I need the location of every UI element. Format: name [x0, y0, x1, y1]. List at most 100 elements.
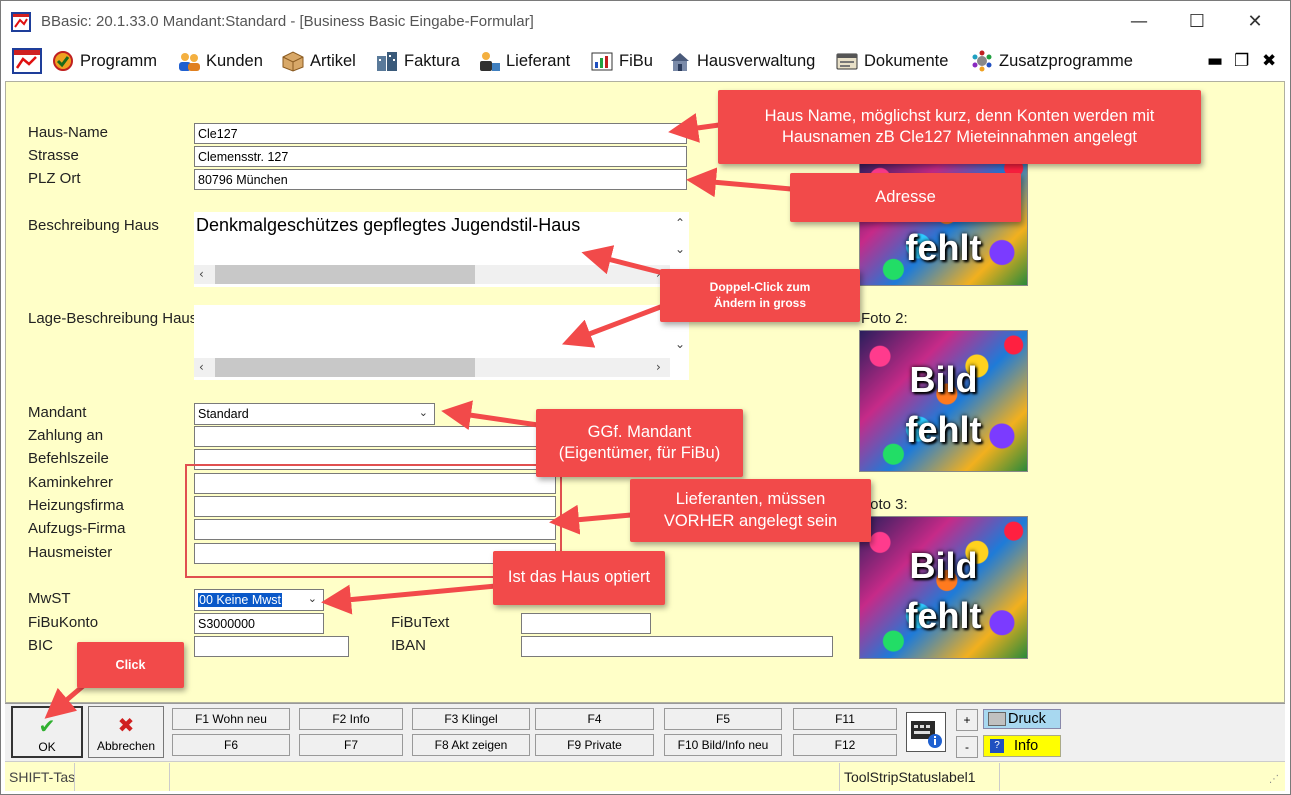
label-haus-name: Haus-Name — [28, 124, 109, 141]
f2-button[interactable]: F2 Info — [299, 708, 403, 730]
f5-button[interactable]: F5 — [664, 708, 782, 730]
mdi-minimize-button[interactable]: ▬ — [1207, 51, 1223, 71]
callout-mandant: GGf. Mandant (Eigentümer, für FiBu) — [536, 409, 743, 477]
scroll-left-arrow[interactable]: ‹ — [199, 360, 204, 374]
status-cell-2 — [75, 763, 170, 791]
plus-button[interactable]: + — [956, 709, 978, 731]
mwst-dropdown[interactable]: 00 Keine Mwst ⌄ — [194, 589, 324, 611]
haus-name-field[interactable]: Cle127 — [194, 123, 687, 144]
label-mandant: Mandant — [28, 404, 87, 421]
f9-button[interactable]: F9 Private — [535, 734, 654, 756]
label-kaminkehrer: Kaminkehrer — [28, 474, 114, 491]
callout-click: Click — [77, 642, 184, 688]
app-window: BBasic: 20.1.33.0 Mandant:Standard - [Bu… — [0, 0, 1291, 795]
f4-button[interactable]: F4 — [535, 708, 654, 730]
maximize-button[interactable]: ☐ — [1177, 7, 1217, 37]
strasse-field[interactable]: Clemensstr. 127 — [194, 146, 687, 167]
f7-button[interactable]: F7 — [299, 734, 403, 756]
f12-button[interactable]: F12 — [793, 734, 897, 756]
menu-dokumente[interactable]: Dokumente — [835, 49, 948, 73]
addon-programs-icon — [970, 50, 994, 72]
menu-faktura[interactable]: Faktura — [375, 49, 460, 73]
mdi-app-icon[interactable] — [11, 47, 43, 75]
label-fibukonto: FiBuKonto — [28, 614, 99, 631]
app-icon — [10, 11, 32, 33]
status-cell-label: ToolStripStatuslabel1 — [840, 763, 1000, 791]
ok-button[interactable]: ✔ OK — [11, 706, 83, 758]
label-plz-ort: PLZ Ort — [28, 170, 81, 187]
scroll-down-arrow[interactable]: ⌄ — [675, 242, 685, 256]
status-bar: SHIFT-Tas ToolStripStatuslabel1 ⋰ — [5, 761, 1285, 791]
chevron-down-icon: ⌄ — [307, 592, 317, 605]
scroll-thumb[interactable] — [215, 265, 475, 284]
keyboard-info-button[interactable] — [906, 712, 946, 752]
printer-icon — [988, 712, 1006, 726]
horizontal-scrollbar[interactable]: ‹ › — [194, 358, 670, 377]
callout-lieferanten: Lieferanten, müssen VORHER angelegt sein — [630, 479, 871, 542]
info-button[interactable]: ? Info — [983, 735, 1061, 757]
label-beschreibung: Beschreibung Haus — [28, 217, 159, 234]
documents-icon — [835, 50, 859, 72]
f8-button[interactable]: F8 Akt zeigen — [412, 734, 530, 756]
program-icon — [51, 50, 75, 72]
menu-bar: Programm Kunden Artikel Faktura Lieferan… — [1, 43, 1290, 79]
window-title: BBasic: 20.1.33.0 Mandant:Standard - [Bu… — [41, 13, 534, 30]
checkmark-icon: ✔ — [38, 714, 56, 738]
scroll-up-arrow[interactable]: ⌃ — [675, 216, 685, 230]
article-box-icon — [281, 50, 305, 72]
minus-button[interactable]: - — [956, 736, 978, 758]
fibukonto-field[interactable]: S3000000 — [194, 613, 324, 634]
f1-button[interactable]: F1 Wohn neu — [172, 708, 290, 730]
label-zahlung: Zahlung an — [28, 427, 104, 444]
label-heizungsfirma: Heizungsfirma — [28, 497, 124, 514]
label-strasse: Strasse — [28, 147, 79, 164]
menu-programm[interactable]: Programm — [51, 49, 157, 73]
menu-lieferant[interactable]: Lieferant — [477, 49, 570, 73]
zahlung-field[interactable] — [194, 426, 556, 447]
menu-zusatzprogramme[interactable]: Zusatzprogramme — [970, 49, 1133, 73]
scroll-right-arrow[interactable]: › — [656, 360, 661, 374]
minimize-button[interactable]: — — [1119, 7, 1159, 37]
mdi-restore-button[interactable]: ❐ — [1234, 51, 1249, 71]
customers-icon — [177, 50, 201, 72]
house-management-icon — [668, 50, 692, 72]
label-iban: IBAN — [391, 637, 427, 654]
function-toolbar: ✔ OK ✖ Abbrechen F1 Wohn neu F2 Info F3 … — [5, 703, 1285, 761]
chevron-down-icon: ⌄ — [418, 406, 428, 419]
menu-fibu[interactable]: FiBu — [590, 49, 653, 73]
abbrechen-button[interactable]: ✖ Abbrechen — [88, 706, 164, 758]
label-hausmeister: Hausmeister — [28, 544, 113, 561]
druck-button[interactable]: Druck — [983, 709, 1061, 729]
callout-optiert: Ist das Haus optiert — [493, 551, 665, 605]
scroll-thumb[interactable] — [215, 358, 475, 377]
scroll-down-arrow[interactable]: ⌄ — [675, 337, 685, 351]
fibutext-field[interactable] — [521, 613, 651, 634]
keyboard-info-icon — [911, 721, 942, 748]
f6-button[interactable]: F6 — [172, 734, 290, 756]
label-bic: BIC — [28, 637, 54, 654]
f11-button[interactable]: F11 — [793, 708, 897, 730]
beschreibung-memo[interactable]: Denkmalgeschützes gepflegtes Jugendstil-… — [194, 212, 689, 287]
photo-3[interactable]: Bild fehlt — [859, 516, 1028, 659]
label-fibutext: FiBuText — [391, 614, 450, 631]
resize-grip-icon[interactable]: ⋰ — [1269, 774, 1279, 785]
bic-field[interactable] — [194, 636, 349, 657]
accounting-icon — [590, 50, 614, 72]
label-mwst: MwST — [28, 590, 71, 607]
f3-button[interactable]: F3 Klingel — [412, 708, 530, 730]
menu-kunden[interactable]: Kunden — [177, 49, 263, 73]
menu-artikel[interactable]: Artikel — [281, 49, 356, 73]
menu-hausverwaltung[interactable]: Hausverwaltung — [668, 49, 815, 73]
lage-memo[interactable]: ⌄ ‹ › — [194, 305, 689, 380]
scroll-left-arrow[interactable]: ‹ — [199, 267, 204, 281]
iban-field[interactable] — [521, 636, 833, 657]
photo-2[interactable]: Bild fehlt — [859, 330, 1028, 472]
mdi-close-button[interactable]: ✖ — [1262, 51, 1276, 71]
title-bar: BBasic: 20.1.33.0 Mandant:Standard - [Bu… — [1, 1, 1290, 43]
mandant-dropdown[interactable]: Standard ⌄ — [194, 403, 435, 425]
plz-ort-field[interactable]: 80796 München — [194, 169, 687, 190]
close-button[interactable]: ✕ — [1235, 7, 1275, 37]
horizontal-scrollbar[interactable]: ‹ › — [194, 265, 670, 284]
help-icon: ? — [990, 739, 1004, 753]
f10-button[interactable]: F10 Bild/Info neu — [664, 734, 782, 756]
